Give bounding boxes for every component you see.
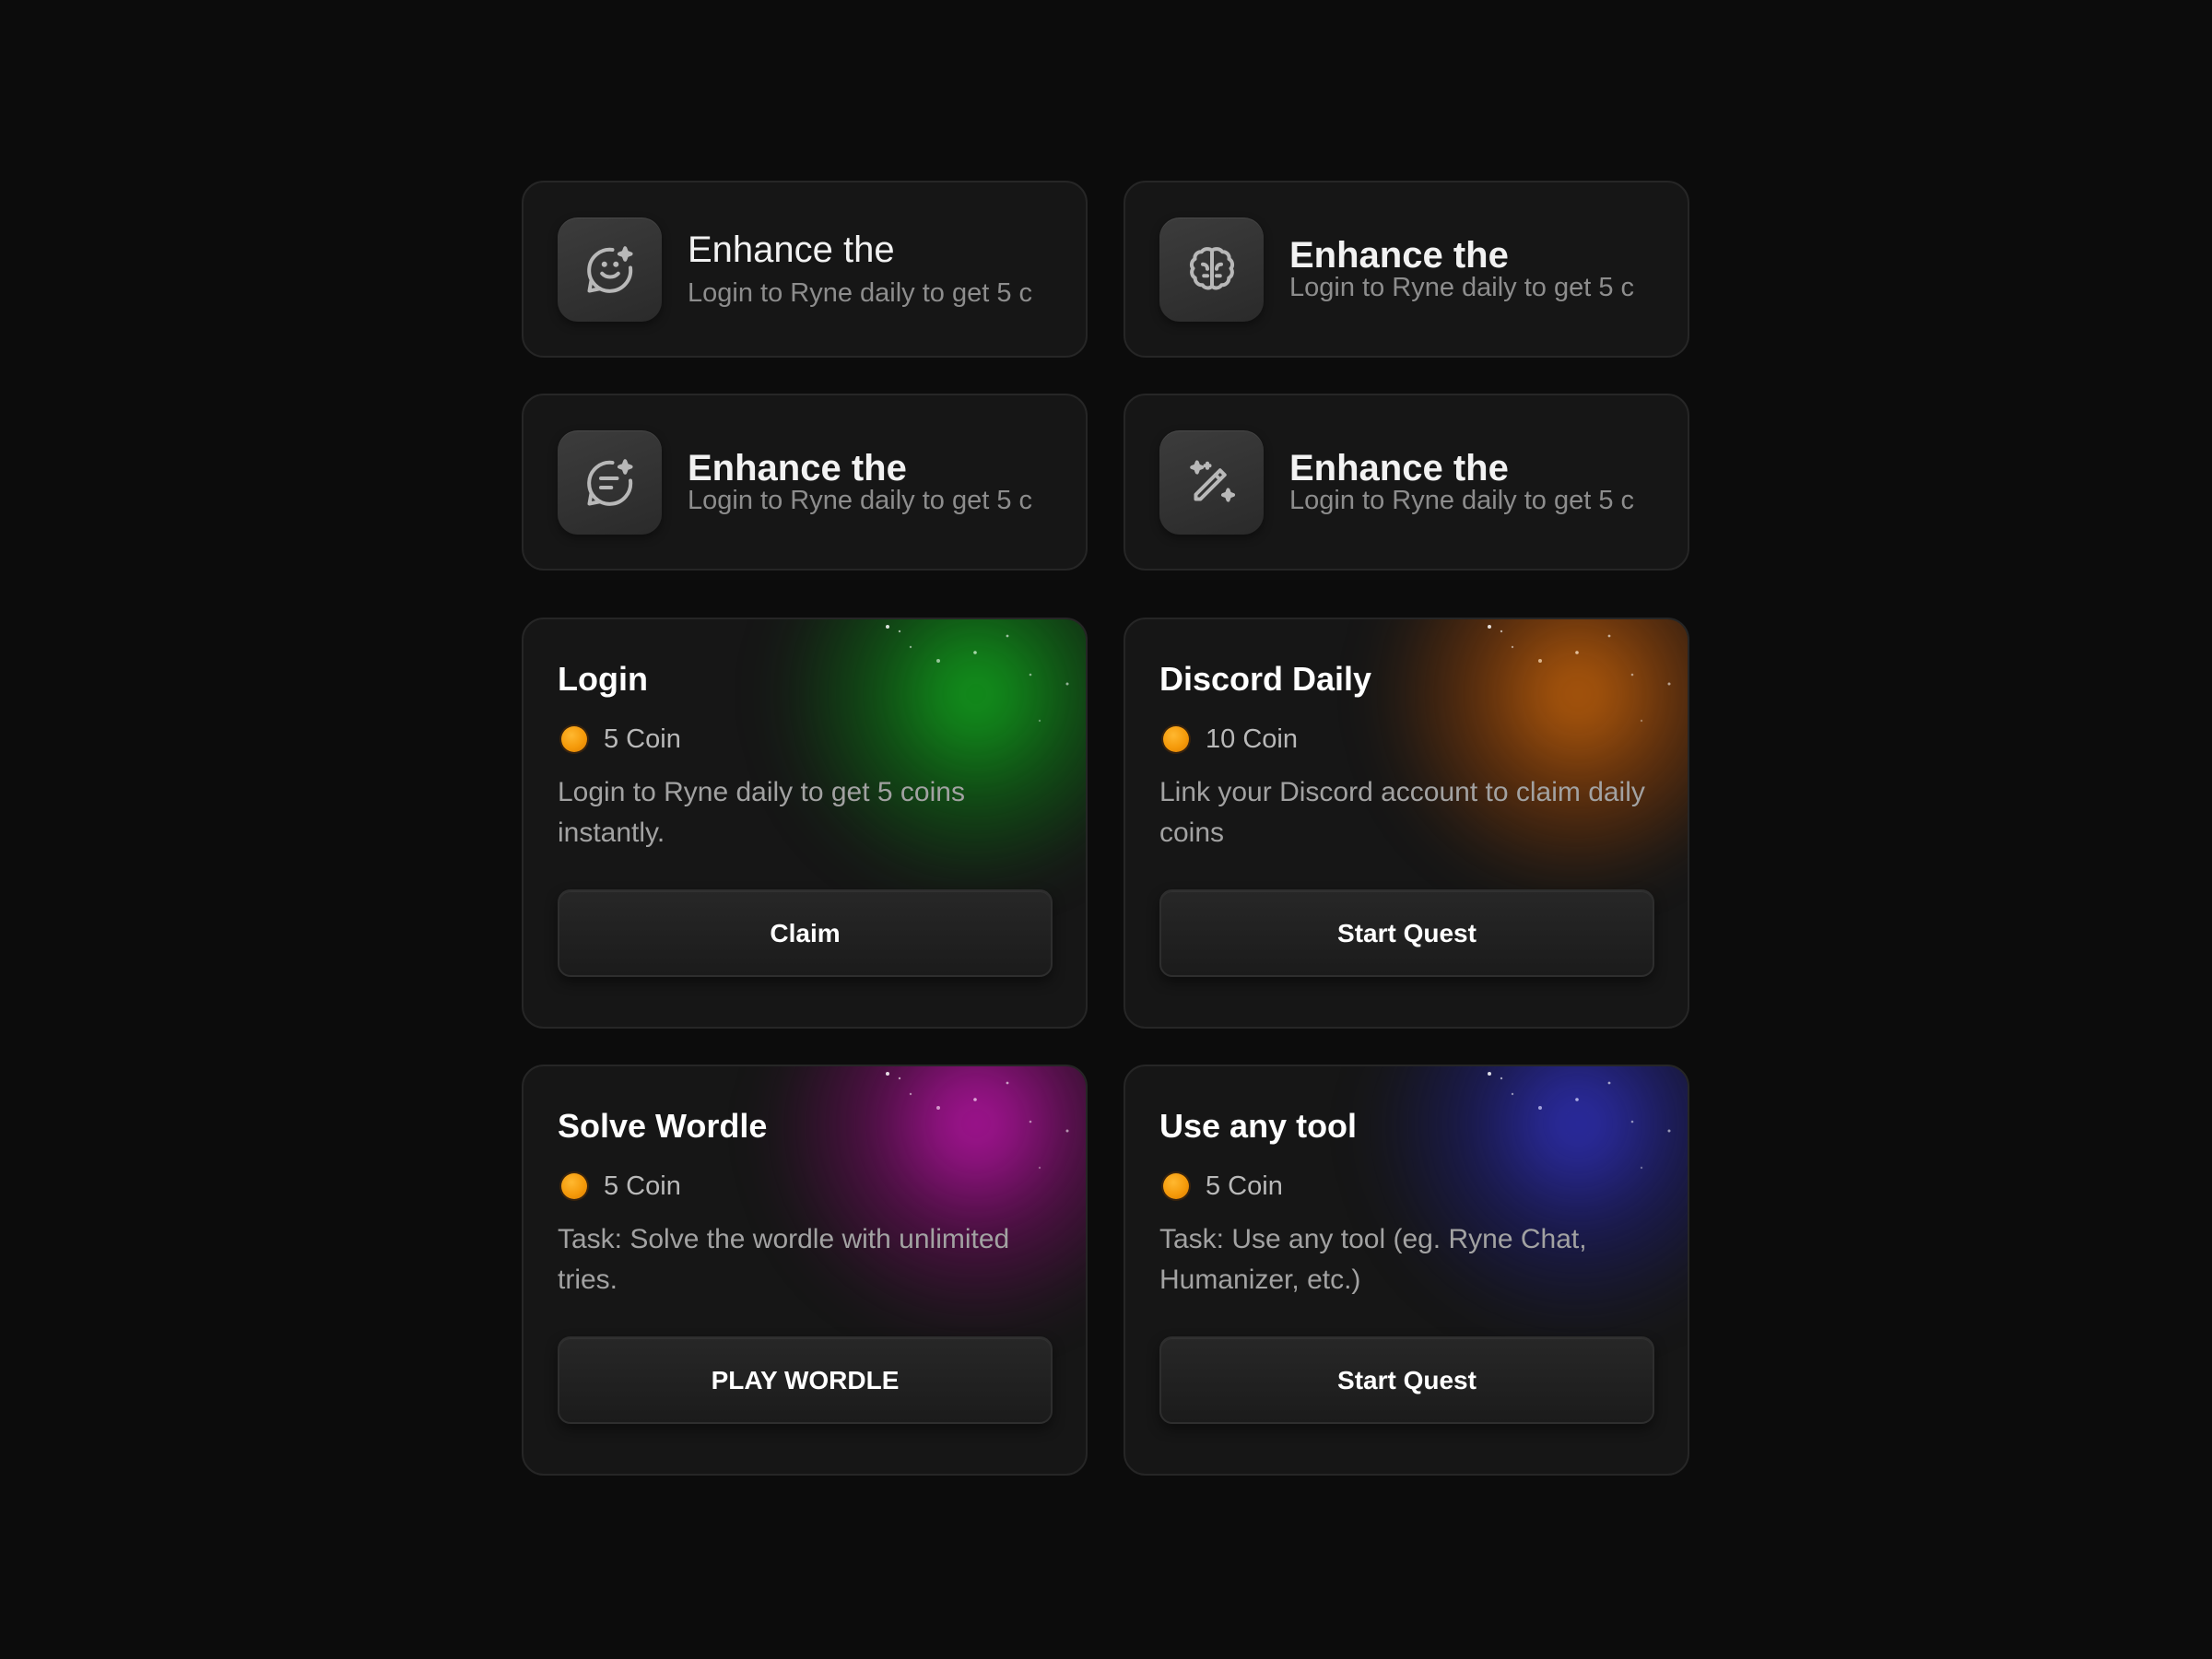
feature-card[interactable]: Enhance the Login to Ryne daily to get 5…: [1124, 394, 1689, 571]
smile-chat-sparkle-icon: [558, 218, 662, 322]
reward: 5 Coin: [558, 721, 681, 758]
quest-description: Task: Solve the wordle with unlimited tr…: [558, 1224, 1010, 1295]
coin-icon: [561, 1173, 587, 1199]
reward-amount: 5 Coin: [1206, 1171, 1283, 1201]
reward-amount: 5 Coin: [604, 1171, 681, 1201]
feature-subtitle: Login to Ryne daily to get 5 c: [1289, 486, 1635, 515]
claim-button[interactable]: Claim: [558, 889, 1053, 977]
quest-title: Use any tool: [1159, 1107, 1358, 1145]
quest-description: Login to Ryne daily to get 5 coins insta…: [558, 777, 965, 848]
coin-icon: [1163, 726, 1189, 752]
feature-subtitle: Login to Ryne daily to get 5 c: [688, 486, 1033, 515]
quest-card-login: Login 5 Coin Login to Ryne daily to get …: [522, 618, 1088, 1029]
stars-decoration: [886, 625, 1069, 723]
stars-decoration: [1488, 1072, 1671, 1170]
quest-description: Task: Use any tool (eg. Ryne Chat, Human…: [1159, 1224, 1587, 1295]
play-wordle-button[interactable]: PLAY WORDLE: [558, 1336, 1053, 1424]
reward: 10 Coin: [1159, 721, 1298, 758]
feature-card[interactable]: Enhance the Login to Ryne daily to get 5…: [1124, 181, 1689, 358]
reward: 5 Coin: [558, 1168, 681, 1205]
reward-amount: 5 Coin: [604, 724, 681, 754]
quest-description: Link your Discord account to claim daily…: [1159, 777, 1645, 848]
brain-icon: [1159, 218, 1264, 322]
message-sparkle-icon: [558, 430, 662, 535]
quest-board: Enhance the Login to Ryne daily to get 5…: [0, 0, 2212, 1659]
quest-card-discord-daily: Discord Daily 10 Coin Link your Discord …: [1124, 618, 1689, 1029]
quest-title: Discord Daily: [1159, 660, 1372, 698]
start-quest-button[interactable]: Start Quest: [1159, 889, 1654, 977]
reward-amount: 10 Coin: [1206, 724, 1298, 754]
reward: 5 Coin: [1159, 1168, 1283, 1205]
feature-subtitle: Login to Ryne daily to get 5 c: [688, 278, 1033, 308]
quest-title: Solve Wordle: [558, 1107, 768, 1145]
feature-card[interactable]: Enhance the Login to Ryne daily to get 5…: [522, 394, 1088, 571]
quest-card-use-any-tool: Use any tool 5 Coin Task: Use any tool (…: [1124, 1065, 1689, 1476]
stars-decoration: [886, 1072, 1069, 1170]
stars-decoration: [1488, 625, 1671, 723]
coin-icon: [1163, 1173, 1189, 1199]
feature-card[interactable]: Enhance the Login to Ryne daily to get 5…: [522, 181, 1088, 358]
quest-title: Login: [558, 660, 648, 698]
coin-icon: [561, 726, 587, 752]
magic-pen-icon: [1159, 430, 1264, 535]
feature-title: Enhance the: [688, 229, 895, 270]
quest-card-solve-wordle: Solve Wordle 5 Coin Task: Solve the word…: [522, 1065, 1088, 1476]
start-quest-button[interactable]: Start Quest: [1159, 1336, 1654, 1424]
feature-subtitle: Login to Ryne daily to get 5 c: [1289, 273, 1635, 302]
